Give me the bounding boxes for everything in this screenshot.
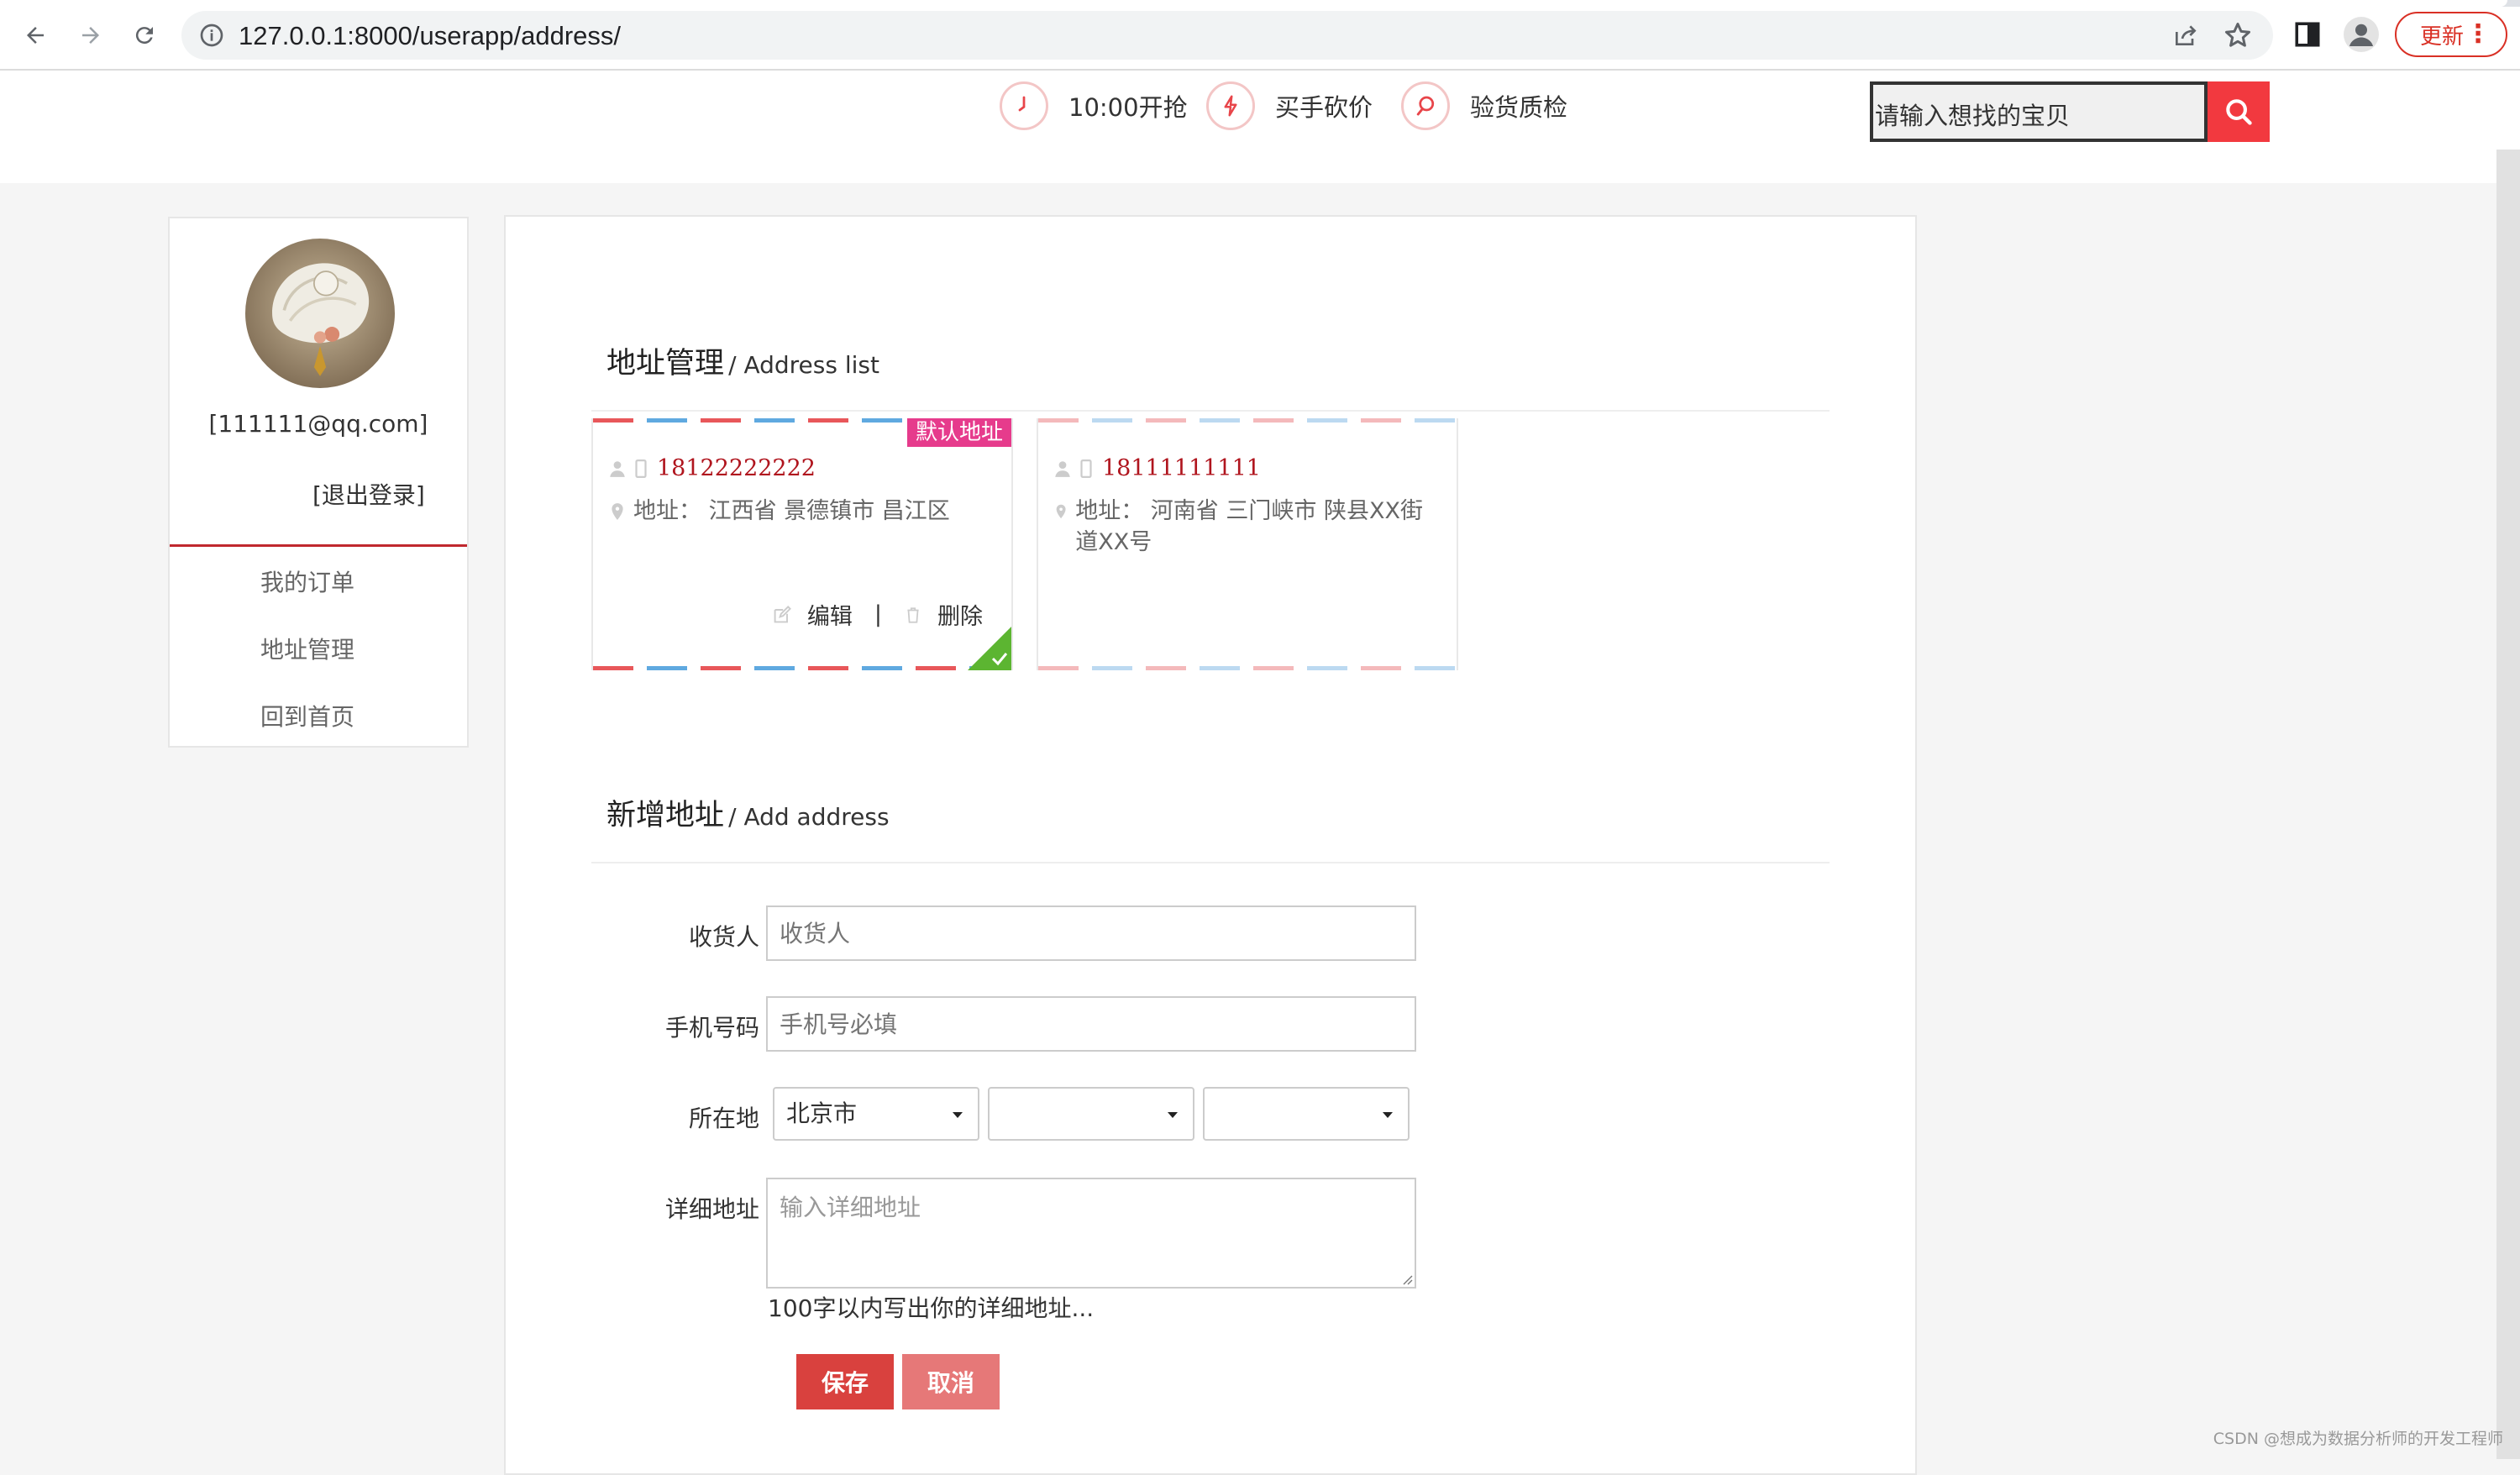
- search-input[interactable]: 请输入想找的宝贝: [1870, 81, 2208, 142]
- phone-row: 18122222222: [608, 455, 816, 481]
- feature-bargain[interactable]: 买手砍价: [1206, 81, 1373, 131]
- province-select[interactable]: 北京市: [773, 1087, 979, 1141]
- reload-button[interactable]: [128, 18, 161, 52]
- chevron-down-icon: [1383, 1112, 1393, 1118]
- user-icon: [610, 460, 625, 477]
- receiver-input[interactable]: [766, 905, 1416, 961]
- share-icon[interactable]: [2172, 22, 2199, 49]
- address-list-heading: 地址管理 / Address list: [606, 339, 879, 382]
- magnifier-icon: [1401, 81, 1450, 130]
- more-menu-icon[interactable]: ⋮: [2465, 22, 2491, 47]
- update-label: 更新: [2420, 24, 2465, 50]
- clock-icon: [1000, 81, 1048, 130]
- province-value: 北京市: [786, 1100, 858, 1127]
- cancel-button[interactable]: 取消: [902, 1354, 1000, 1409]
- mobile-phone-icon: [635, 459, 647, 478]
- airmail-border: [1038, 666, 1457, 670]
- address-bar[interactable]: 127.0.0.1:8000/userapp/address/: [181, 11, 2273, 60]
- address-list-title: 地址管理: [606, 347, 725, 381]
- chevron-down-icon: [953, 1112, 963, 1118]
- feature-label: 买手砍价: [1275, 93, 1373, 122]
- location-pin-icon: [612, 503, 623, 520]
- side-panel-icon[interactable]: [2293, 20, 2322, 49]
- receiver-label: 收货人: [688, 923, 759, 951]
- feature-label: 10:00开抢: [1068, 93, 1188, 122]
- save-button[interactable]: 保存: [796, 1354, 894, 1409]
- divider: [170, 544, 467, 547]
- search-button[interactable]: [2208, 81, 2270, 142]
- location-label: 所在地: [688, 1105, 759, 1132]
- divider: [591, 862, 1830, 863]
- phone-row: 18111111111: [1053, 455, 1261, 481]
- back-arrow-icon: [27, 27, 44, 44]
- city-select[interactable]: [988, 1087, 1194, 1141]
- edit-link[interactable]: 编辑: [807, 598, 853, 631]
- location-pin-icon: [1056, 504, 1066, 519]
- logout-link[interactable]: [退出登录]: [312, 477, 425, 511]
- detail-label: 详细地址: [664, 1195, 759, 1223]
- add-address-heading: 新增地址 / Add address: [606, 791, 890, 834]
- avatar: [245, 239, 395, 388]
- chevron-down-icon: [1168, 1112, 1178, 1118]
- user-panel: [111111@qq.com] [退出登录] 我的订单 地址管理 回到首页: [168, 217, 469, 748]
- add-address-title: 新增地址: [606, 799, 725, 832]
- address-text: 江西省 景德镇市 昌江区: [708, 498, 950, 524]
- address-card[interactable]: 18111111111 地址： 河南省 三门峡市 陕县XX街道XX号: [1037, 418, 1458, 670]
- url-text[interactable]: 127.0.0.1:8000/userapp/address/: [239, 21, 621, 51]
- address-phone: 18111111111: [1102, 455, 1261, 481]
- trash-icon[interactable]: [904, 605, 922, 625]
- feature-label: 验货质检: [1470, 93, 1568, 122]
- profile-avatar[interactable]: [2344, 17, 2379, 52]
- watermark: CSDN @想成为数据分析师的开发工程师: [2213, 1430, 2503, 1448]
- person-icon: [2349, 24, 2373, 46]
- address-phone: 18122222222: [657, 455, 816, 481]
- browser-toolbar: 127.0.0.1:8000/userapp/address/ 更新 ⋮: [0, 0, 2520, 71]
- forward-button[interactable]: [74, 18, 108, 52]
- default-check-icon: [968, 627, 1011, 670]
- divider: [591, 410, 1830, 412]
- menu-item-address[interactable]: 地址管理: [260, 632, 354, 665]
- address-label: 地址：: [1075, 498, 1144, 524]
- user-email: [111111@qq.com]: [208, 410, 428, 438]
- menu-item-orders[interactable]: 我的订单: [260, 564, 354, 598]
- tab-strip: [0, 0, 2520, 7]
- address-card-default[interactable]: 默认地址 18122222222 地址： 江西省 景德镇市 昌江区 编辑 | 删…: [591, 418, 1013, 670]
- airmail-border: [1038, 418, 1457, 423]
- mobile-phone-icon: [1080, 459, 1092, 478]
- add-address-subtitle: / Add address: [728, 803, 890, 831]
- airmail-border: [593, 666, 1011, 670]
- phone-label: 手机号码: [664, 1014, 759, 1042]
- address-actions: 编辑 | 删除: [772, 598, 983, 631]
- default-address-badge: 默认地址: [906, 418, 1011, 447]
- reload-icon: [135, 27, 153, 45]
- detail-placeholder: 输入详细地址: [780, 1194, 921, 1221]
- bookmark-star-icon[interactable]: [2223, 20, 2253, 50]
- user-icon: [1055, 460, 1070, 477]
- page-scrollbar[interactable]: [2496, 150, 2520, 1459]
- district-select[interactable]: [1203, 1087, 1410, 1141]
- main-panel: 地址管理 / Address list 默认地址 18122222222 地址：…: [504, 215, 1917, 1475]
- phone-input[interactable]: [766, 996, 1416, 1052]
- address-row: 地址： 河南省 三门峡市 陕县XX街道XX号: [1053, 496, 1426, 558]
- address-list-subtitle: / Address list: [728, 351, 879, 379]
- info-icon[interactable]: [198, 22, 225, 49]
- menu-item-home[interactable]: 回到首页: [260, 699, 354, 732]
- separator: |: [874, 601, 882, 627]
- resize-handle-icon[interactable]: [1399, 1272, 1413, 1285]
- edit-icon[interactable]: [772, 605, 792, 625]
- back-button[interactable]: [18, 18, 52, 52]
- browser-update-button[interactable]: 更新 ⋮: [2395, 12, 2507, 57]
- lightning-icon: [1206, 81, 1255, 130]
- detail-hint: 100字以内写出你的详细地址...: [768, 1294, 1095, 1322]
- forward-arrow-icon: [82, 27, 99, 44]
- address-label: 地址：: [633, 498, 701, 524]
- detail-textarea[interactable]: 输入详细地址: [766, 1178, 1416, 1289]
- address-row: 地址： 江西省 景德镇市 昌江区: [608, 496, 981, 527]
- feature-inspection[interactable]: 验货质检: [1401, 81, 1567, 131]
- search-icon: [2226, 99, 2252, 125]
- feature-flash-sale[interactable]: 10:00开抢: [1000, 81, 1188, 131]
